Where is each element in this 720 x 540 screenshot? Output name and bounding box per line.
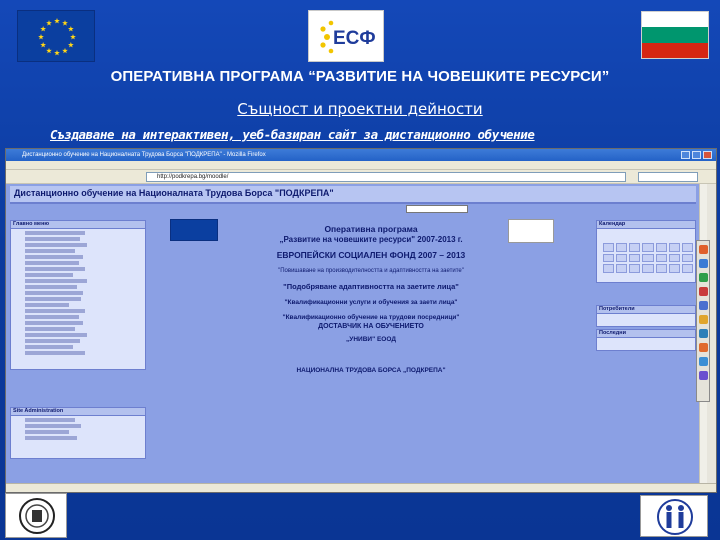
priority-axis-line: "Повишаване на производителността и адап… (278, 268, 464, 274)
star-icon (70, 34, 76, 40)
star-icon (62, 20, 68, 26)
site-header: Дистанционно обучение на Националната Тр… (10, 186, 696, 204)
star-icon (54, 18, 60, 24)
firefox-icon[interactable] (698, 343, 708, 352)
star-icon (68, 26, 74, 32)
users-block: Потребители (596, 305, 696, 327)
app-icon[interactable] (698, 329, 708, 338)
slide-subtitle: Същност и проектни дейности (237, 100, 483, 118)
star-icon (38, 34, 44, 40)
app-icon[interactable] (698, 301, 708, 310)
star-icon (46, 47, 52, 54)
site-admin-heading: Site Administration (11, 408, 145, 416)
slide-title: ОПЕРАТИВНА ПРОГРАМА “РАЗВИТИЕ НА ЧОВЕШКИ… (110, 68, 610, 85)
quick-launch-toolbar (696, 240, 710, 402)
calendar-heading: Календар (597, 221, 695, 229)
intervention-line: "Подобряване адаптивността на заетите ли… (283, 282, 459, 291)
main-content: Оперативна програма „Развитие на човешки… (156, 219, 586, 375)
project-line: "Квалификационно обучение на трудови пос… (282, 314, 460, 321)
main-menu-block: Главно меню (10, 220, 146, 370)
eu-flag-icon (17, 10, 95, 62)
esf-logo: ЕСФ (308, 10, 384, 62)
app-icon[interactable] (698, 371, 708, 380)
scheme-line: "Квалификационни услуги и обучения за за… (284, 299, 458, 306)
firefox-icon[interactable] (698, 245, 708, 254)
calendar-block: Календар (596, 220, 696, 283)
app-icon[interactable] (698, 273, 708, 282)
minimize-icon[interactable] (681, 151, 690, 159)
eu-flag-small-icon (170, 219, 218, 241)
app-icon[interactable] (698, 287, 708, 296)
browser-titlebar: Дистанционно обучение на Националната Тр… (6, 149, 716, 161)
search-box[interactable] (638, 172, 698, 182)
bulgarian-flag-icon (641, 11, 709, 59)
maximize-icon[interactable] (692, 151, 701, 159)
star-icon (68, 42, 74, 48)
trade-exchange-logo (640, 495, 708, 537)
main-menu-heading: Главно меню (11, 221, 145, 229)
esf-logo-text: ЕСФ (333, 28, 376, 49)
esf-logo-small (508, 219, 554, 243)
provider-heading: ДОСТАВЧИК НА ОБУЧЕНИЕТО (318, 323, 424, 330)
recent-heading: Последни (597, 330, 695, 338)
browser-statusbar (6, 483, 716, 492)
calendar-grid[interactable] (603, 243, 693, 273)
close-icon[interactable] (703, 151, 712, 159)
browser-screenshot: Дистанционно обучение на Националната Тр… (5, 148, 717, 493)
site-title: Дистанционно обучение на Националната Тр… (14, 188, 334, 198)
star-icon (46, 20, 52, 26)
organization-name: НАЦИОНАЛНА ТРУДОВА БОРСА „ПОДКРЕПА" (296, 367, 446, 374)
podkrepa-emblem-logo (5, 493, 67, 538)
site-admin-block: Site Administration (10, 407, 146, 459)
star-icon (62, 47, 68, 54)
star-icon (40, 42, 46, 48)
recent-block: Последни (596, 329, 696, 351)
star-icon (40, 26, 46, 32)
browser-window-title: Дистанционно обучение на Националната Тр… (22, 152, 266, 158)
web-page: Дистанционно обучение на Националната Тр… (6, 184, 699, 484)
star-icon (54, 50, 60, 56)
esf-line: ЕВРОПЕЙСКИ СОЦИАЛЕН ФОНД 2007 – 2013 (276, 250, 466, 260)
users-heading: Потребители (597, 306, 695, 314)
browser-toolbar: http://podkrepa.bg/moodle/ (6, 170, 716, 184)
address-bar[interactable]: http://podkrepa.bg/moodle/ (146, 172, 626, 182)
slide-description: Създаване на интерактивен, уеб-базиран с… (50, 127, 535, 142)
browser-menubar (6, 161, 716, 170)
app-icon[interactable] (698, 315, 708, 324)
app-icon[interactable] (698, 357, 708, 366)
provider-name: „УНИВИ" ЕООД (346, 336, 396, 343)
language-select[interactable] (406, 205, 468, 213)
explorer-icon[interactable] (698, 259, 708, 268)
